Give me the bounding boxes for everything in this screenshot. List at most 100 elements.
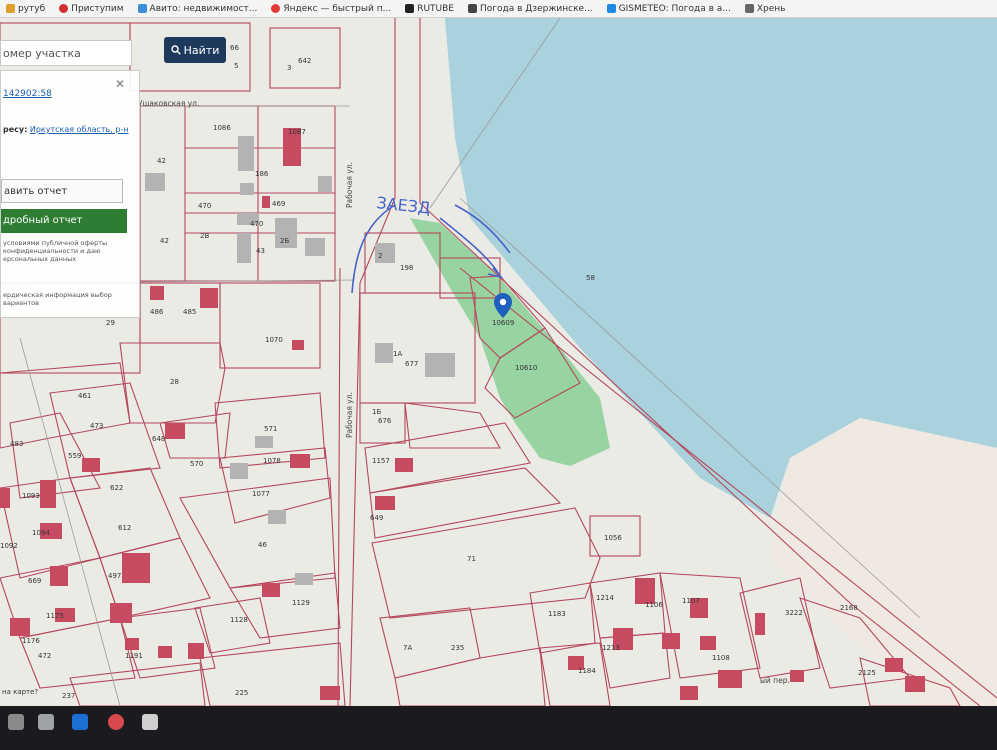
parcel-number: 1175	[46, 612, 64, 620]
taskbar-icon[interactable]	[8, 714, 24, 730]
parcel-number: 559	[68, 452, 81, 460]
cadastral-number[interactable]: 142902:58	[3, 89, 52, 99]
search-input[interactable]: омер участка	[0, 40, 132, 66]
bookmark-label: Погода в Дзержинске...	[479, 3, 593, 14]
bookmark-item[interactable]: Приступим	[59, 3, 124, 14]
parcel-number: 1214	[596, 594, 614, 602]
parcel-number: 497	[108, 572, 121, 580]
parcel-number: 1087	[288, 128, 306, 136]
search-button[interactable]: Найти	[164, 37, 226, 63]
taskbar-icon[interactable]	[38, 714, 54, 730]
parcel-number: 461	[78, 392, 91, 400]
outlook-icon[interactable]	[72, 714, 88, 730]
parcel-number: 1183	[548, 610, 566, 618]
parcel-number: 2Б	[280, 237, 289, 245]
parcel-number: 470	[198, 202, 211, 210]
parcel-number: 10609	[492, 319, 514, 327]
parcel-number: 2168	[840, 604, 858, 612]
bookmark-item[interactable]: Авито: недвижимост...	[137, 3, 258, 14]
parcel-number: 1Б	[372, 408, 381, 416]
bookmark-item[interactable]: RUTUBE	[405, 4, 454, 14]
parcel-number: 1077	[252, 490, 270, 498]
taskbar	[0, 706, 997, 750]
parcel-number: 186	[255, 170, 269, 178]
bookmark-item[interactable]: Яндекс — быстрый п...	[271, 4, 391, 14]
parcel-number: 46	[258, 541, 267, 549]
order-report-button[interactable]: авить отчет	[1, 179, 123, 203]
bookmark-item[interactable]: Хрень	[744, 3, 786, 14]
red-dot-icon	[59, 4, 69, 13]
parcel-number: 622	[110, 484, 123, 492]
parcel-number: 66	[230, 44, 239, 52]
browser-icon[interactable]	[108, 714, 124, 730]
close-icon[interactable]: ✕	[115, 77, 125, 91]
parcel-number: 1176	[22, 637, 40, 645]
street-label: Рабочая ул.	[345, 162, 354, 208]
parcel-number: 1086	[213, 124, 231, 132]
parcel-number: 2125	[858, 669, 876, 677]
parcel-number: 676	[378, 417, 392, 425]
parcel-number: 642	[298, 57, 311, 65]
parcel-number: 677	[405, 360, 418, 368]
parcel-number: 486	[150, 308, 164, 316]
gismeteo-icon	[606, 4, 616, 13]
parcel-number: 235	[451, 644, 464, 652]
yandex-icon	[271, 4, 281, 13]
bookmark-item[interactable]: GISMETEO: Погода в а...	[606, 3, 731, 14]
parcel-number: 3	[287, 64, 291, 72]
bookmark-label: Авито: недвижимост...	[149, 3, 258, 14]
cadastral-map[interactable]: ЗАЕЗД Ушаковская ул. Рабочая ул. Рабочая…	[0, 18, 997, 706]
parcel-info-card: ✕ 142902:58 ресу: Иркутская область, р-н…	[0, 70, 140, 318]
parcel-number: 42	[157, 157, 166, 165]
address-label: ресу:	[3, 125, 28, 134]
parcel-number: 1157	[372, 457, 390, 465]
parcel-number: 1092	[0, 542, 18, 550]
parcel-number: 42	[160, 237, 169, 245]
parcel-number: 571	[264, 425, 277, 433]
taskbar-icon[interactable]	[142, 714, 158, 730]
parcel-number: 472	[38, 652, 51, 660]
bookmark-item[interactable]: Погода в Дзержинске...	[467, 3, 593, 14]
parcel-number: 58	[586, 274, 595, 282]
avito-icon	[137, 4, 147, 13]
search-icon	[170, 45, 181, 55]
parcel-number: 669	[28, 577, 41, 585]
parcel-number: 5	[234, 62, 238, 70]
parcel-number: 469	[272, 200, 285, 208]
bookmark-label: Яндекс — быстрый п...	[283, 3, 392, 14]
parcel-number: 28	[170, 378, 179, 386]
bookmark-label: RUTUBE	[417, 3, 454, 14]
search-button-label: Найти	[183, 43, 220, 57]
bookmark-label: Приступим	[71, 3, 124, 14]
parcel-number: 1184	[578, 667, 596, 675]
parcel-number: 29	[106, 319, 115, 327]
detailed-report-button[interactable]: дробный отчет	[1, 209, 127, 233]
address-row: ресу: Иркутская область, р-н	[3, 125, 129, 134]
parcel-number: 10610	[515, 364, 537, 372]
weather-icon	[467, 4, 477, 13]
parcel-number: 1070	[265, 336, 283, 344]
rutube-icon	[405, 4, 415, 13]
address-link[interactable]: Иркутская область, р-н	[30, 125, 129, 134]
parcel-number: 570	[190, 460, 203, 468]
bookmarks-bar: рутуб Приступим Авито: недвижимост... Ян…	[0, 0, 997, 18]
bookmark-icon	[744, 4, 754, 13]
parcel-number: 1056	[604, 534, 622, 542]
bookmark-item[interactable]: рутуб	[6, 4, 45, 14]
bookmark-label: GISMETEO: Погода в а...	[618, 3, 731, 14]
parcel-number: 1129	[292, 599, 310, 607]
bookmark-label: Хрень	[756, 3, 786, 14]
parcel-number: 237	[62, 692, 75, 700]
parcel-number: 1106	[645, 601, 663, 609]
parcel-number: 648	[152, 435, 165, 443]
parcel-number: 1213	[602, 644, 620, 652]
parcel-number: 473	[90, 422, 103, 430]
parcel-number: 470	[250, 220, 263, 228]
bookmark-label: рутуб	[18, 3, 46, 14]
parcel-number: 1094	[32, 529, 50, 537]
parcel-number: 1А	[393, 350, 402, 358]
parcel-number: на карте?	[2, 688, 38, 696]
parcel-number: 1093	[22, 492, 40, 500]
parcel-number: 1107	[682, 597, 700, 605]
street-label: Ушаковская ул.	[138, 99, 199, 108]
